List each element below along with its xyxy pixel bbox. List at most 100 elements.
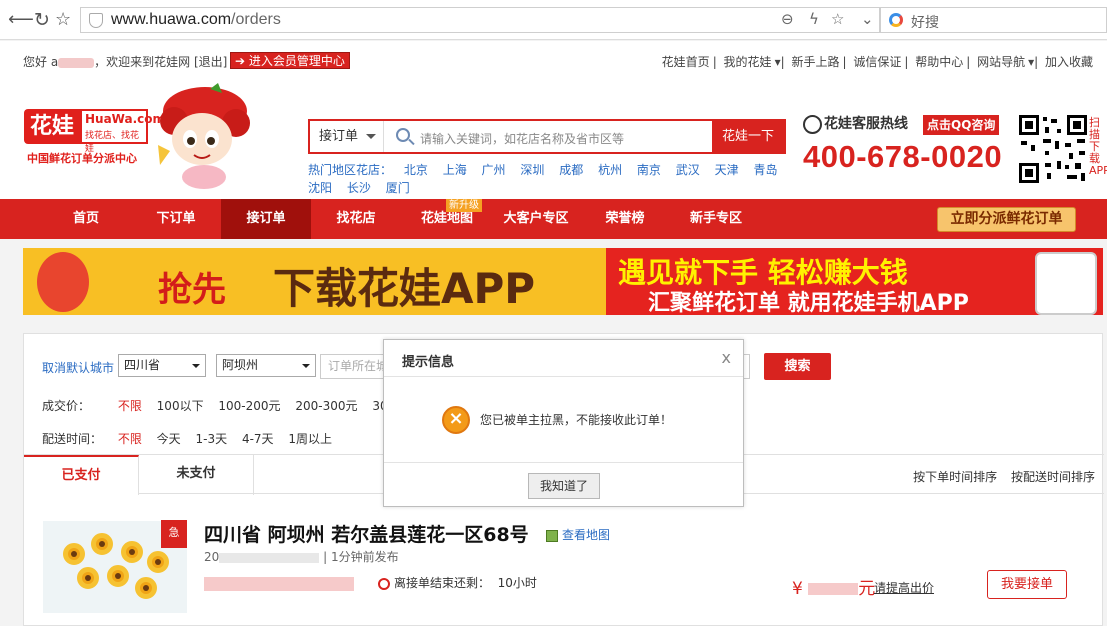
filter-search-button[interactable]: 搜索 [764, 353, 831, 380]
tab-paid[interactable]: 已支付 [24, 455, 139, 495]
nav-honor[interactable]: 荣誉榜 [592, 199, 658, 239]
hot-cities-label: 热门地区花店： [308, 163, 393, 177]
dispatch-order-button[interactable]: 立即分派鲜花订单 [937, 207, 1076, 232]
site-search-bar: 接订单 请输入关键词，如花店名称及省市区等 花娃一下 [308, 119, 786, 154]
redacted-price [808, 583, 859, 595]
ok-button[interactable]: 我知道了 [528, 473, 600, 499]
top-links: 花娃首页 | 我的花娃 ▾| 新手上路 | 诚信保证 | 帮助中心 | 网站导航 ▾| 加入… [661, 55, 1093, 69]
lightning-icon[interactable]: ϟ [809, 10, 819, 28]
banner-rush: 抢先 [158, 270, 226, 310]
dropdown-icon[interactable]: ⌄ [861, 10, 874, 28]
city-select[interactable]: 阿坝州 [216, 354, 316, 377]
close-icon[interactable]: x [722, 348, 731, 367]
banner-download: 下载花娃APP [273, 264, 536, 313]
hot-city-link[interactable]: 天津 [715, 163, 739, 177]
greeting: 您好 a ，欢迎来到花娃网 [退出] [23, 55, 228, 69]
delivery-option[interactable]: 4-7天 [242, 432, 274, 446]
tab-unpaid[interactable]: 未支付 [139, 455, 254, 495]
search-input[interactable]: 请输入关键词，如花店名称及省市区等 [420, 130, 624, 147]
hot-city-link[interactable]: 沈阳 [308, 181, 332, 195]
search-engine-icon [889, 13, 903, 27]
nav-newbie[interactable]: 新手专区 [676, 199, 756, 239]
price-option[interactable]: 200-300元 [295, 399, 357, 413]
link-my-huawa[interactable]: 我的花娃 [724, 55, 772, 69]
nav-find-shop[interactable]: 找花店 [320, 199, 392, 239]
member-center-button[interactable]: ➔ 进入会员管理中心 [230, 52, 350, 69]
sort-by-delivery-time[interactable]: 按配送时间排序 [1011, 470, 1095, 484]
redacted-text [219, 552, 320, 563]
alert-dialog: 提示信息 x × 您已被单主拉黑，不能接收此订单！ 我知道了 [383, 339, 744, 507]
price-option[interactable]: 不限 [118, 399, 142, 413]
view-map-link[interactable]: 查看地图 [546, 526, 610, 543]
reload-icon[interactable]: ↻ [34, 9, 50, 31]
main-nav: 首页 下订单 接订单 找花店 花娃地图 新升级 大客户专区 荣誉榜 新手专区 立… [0, 199, 1107, 239]
link-home[interactable]: 花娃首页 [662, 55, 710, 69]
address-bar[interactable]: www.huawa.com/orders ⊖ ϟ ☆ ⌄ [80, 7, 880, 33]
nav-home[interactable]: 首页 [50, 199, 122, 239]
delivery-option[interactable]: 1-3天 [196, 432, 228, 446]
hot-city-link[interactable]: 杭州 [598, 163, 622, 177]
logo-subtitle: 中国鲜花订单分派中心 [27, 152, 137, 165]
urgent-badge: 急 [161, 520, 187, 548]
banner-line2: 汇聚鲜花订单 就用花娃手机APP [648, 291, 969, 315]
link-newbie[interactable]: 新手上路 [791, 55, 839, 69]
link-integrity[interactable]: 诚信保证 [853, 55, 901, 69]
order-title[interactable]: 四川省 阿坝州 若尔盖县莲花一区68号 [204, 520, 529, 547]
site-header: 花娃 HuaWa.com 找花店、找花娃 中国鲜花订单分派中心 接订单 请输入关键… [0, 79, 1107, 199]
zoom-icon[interactable]: ⊖ [781, 10, 794, 28]
hot-city-link[interactable]: 青岛 [753, 163, 777, 177]
top-info-bar: 您好 a ，欢迎来到花娃网 [退出] ➔ 进入会员管理中心 花娃首页 | 我的花娃 ▾… [0, 41, 1107, 79]
hot-city-link[interactable]: 成都 [559, 163, 583, 177]
nav-place-order[interactable]: 下订单 [138, 199, 214, 239]
hot-cities: 热门地区花店： 北京 上海 广州 深圳 成都 杭州 南京 武汉 天津 青岛 沈阳… [308, 161, 793, 197]
cancel-default-city-link[interactable]: 取消默认城市 [42, 359, 114, 376]
nav-enterprise[interactable]: 大客户专区 [493, 199, 579, 239]
delivery-filter: 配送时间： 不限 今天 1-3天 4-7天 1周以上 [42, 432, 333, 446]
browser-search-box[interactable]: 好搜 [880, 7, 1107, 33]
link-sitemap[interactable]: 网站导航 [977, 55, 1025, 69]
accept-order-button[interactable]: 我要接单 [987, 570, 1067, 599]
price-option[interactable]: 100以下 [157, 399, 204, 413]
hot-city-link[interactable]: 深圳 [520, 163, 544, 177]
redacted-text [204, 576, 354, 591]
price-option[interactable]: 100-200元 [218, 399, 280, 413]
hot-city-link[interactable]: 上海 [443, 163, 467, 177]
hot-city-link[interactable]: 长沙 [347, 181, 371, 195]
browser-search-placeholder: 好搜 [911, 15, 939, 31]
order-meta: 20 | 1分钟前发布 [204, 550, 399, 564]
hot-city-link[interactable]: 南京 [637, 163, 661, 177]
back-icon[interactable]: ⟵ [8, 9, 34, 31]
hot-city-link[interactable]: 武汉 [676, 163, 700, 177]
hotline-number: 400-678-0020 [803, 139, 1003, 174]
delivery-option[interactable]: 今天 [157, 432, 181, 446]
phone-image [1035, 252, 1097, 315]
delivery-option[interactable]: 不限 [118, 432, 142, 446]
hot-city-link[interactable]: 厦门 [386, 181, 410, 195]
price-filter: 成交价： 不限 100以下 100-200元 200-300元 300-4 [42, 397, 418, 414]
search-type-select[interactable]: 接订单 [310, 121, 384, 152]
url-host: www.huawa.com [111, 11, 232, 28]
sort-by-order-time[interactable]: 按下单时间排序 [913, 470, 997, 484]
province-select[interactable]: 四川省 [118, 354, 206, 377]
alarm-clock-icon [378, 577, 390, 590]
site-logo[interactable]: 花娃 HuaWa.com 找花店、找花娃 [24, 109, 165, 154]
url-path: /orders [231, 11, 281, 28]
search-button[interactable]: 花娃一下 [712, 121, 784, 152]
raise-price-link[interactable]: 请提高出价 [874, 579, 934, 596]
nav-receive-order[interactable]: 接订单 [221, 199, 311, 239]
hot-city-link[interactable]: 北京 [404, 163, 428, 177]
hot-city-link[interactable]: 广州 [482, 163, 506, 177]
mascot-image [158, 83, 250, 189]
app-banner[interactable]: 抢先 下载花娃APP 遇见就下手 轻松赚大钱 汇聚鲜花订单 就用花娃手机APP [23, 248, 1103, 315]
star-icon[interactable]: ☆ [55, 9, 71, 31]
search-icon [396, 128, 410, 142]
scan-download-text[interactable]: 扫描下载APP [1089, 117, 1107, 177]
error-icon: × [442, 406, 470, 434]
link-help[interactable]: 帮助中心 [915, 55, 963, 69]
delivery-option[interactable]: 1周以上 [288, 432, 332, 446]
link-bookmark[interactable]: 加入收藏 [1045, 55, 1093, 69]
favorite-icon[interactable]: ☆ [831, 10, 844, 28]
qq-consult-button[interactable]: 点击QQ咨询 [923, 115, 1000, 135]
browser-toolbar: ⟵ ↻ ☆ www.huawa.com/orders ⊖ ϟ ☆ ⌄ 好搜 [0, 0, 1107, 40]
order-price: ¥ 元 [792, 579, 876, 599]
